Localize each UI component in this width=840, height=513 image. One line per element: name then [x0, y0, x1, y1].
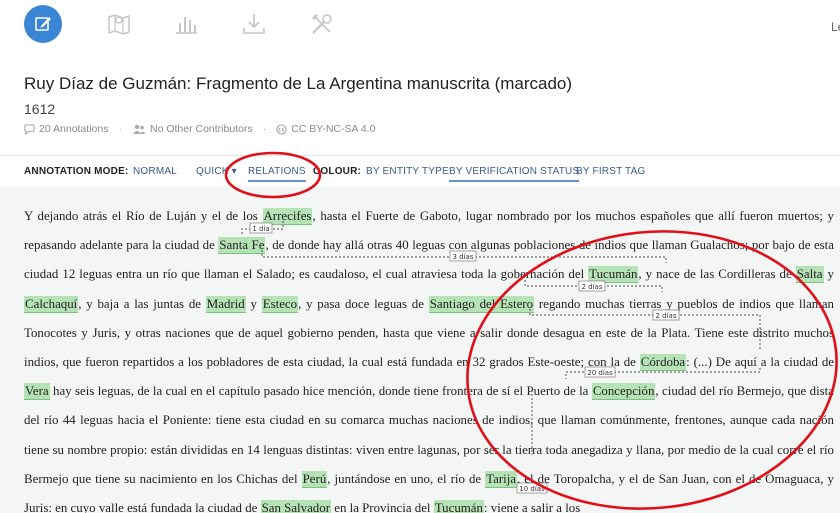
document-year: 1612	[24, 101, 56, 117]
top-toolbar: Le	[0, 0, 840, 48]
contributors-label: No Other Contributors	[149, 123, 253, 135]
map-button[interactable]	[101, 6, 137, 42]
annotation-mode-bar: ANNOTATION MODE: NORMAL QUICK ▾ RELATION…	[0, 155, 840, 188]
annotations-label: 20 Annotations	[39, 123, 109, 135]
colour-label: COLOUR:	[313, 166, 362, 177]
entity-annotation[interactable]: Salta	[795, 266, 824, 284]
text-segment: , y pasa doce leguas de	[298, 296, 429, 311]
license-label: CC BY-NC-SA 4.0	[291, 123, 376, 135]
colour-by-entity-type[interactable]: BY ENTITY TYPE	[366, 166, 449, 177]
entity-annotation[interactable]: Tarija	[485, 470, 518, 488]
edit-icon	[35, 17, 51, 31]
tools-button[interactable]	[304, 6, 340, 42]
contributors-info: No Other Contributors	[132, 123, 253, 135]
entity-annotation[interactable]: Vera	[24, 383, 50, 401]
entity-annotation[interactable]: Tucumán	[433, 500, 484, 513]
map-icon	[108, 14, 130, 35]
text-segment: , juntándose en uno, el río de	[327, 471, 486, 486]
document-text[interactable]: Y dejando atrás el Río de Luján y el de …	[24, 202, 834, 513]
entity-annotation[interactable]: San Salvador	[260, 500, 331, 513]
entity-annotation[interactable]: Madrid	[205, 295, 246, 313]
text-segment: y	[823, 267, 834, 282]
entity-annotation[interactable]: Arrecifes	[262, 208, 313, 225]
meta-separator: ·	[262, 123, 267, 135]
text-segment: y	[245, 296, 262, 311]
tools-icon	[312, 14, 332, 34]
document-meta: 20 Annotations · No Other Contributors ·…	[24, 123, 375, 135]
text-segment: , y baja a las juntas de	[78, 296, 206, 311]
stats-button[interactable]	[168, 6, 204, 42]
bar-chart-icon	[176, 17, 197, 34]
header-edge-text: Le	[831, 20, 840, 34]
text-segment: en la Provincia del	[331, 501, 434, 513]
colour-by-verification-status[interactable]: BY VERIFICATION STATUS	[449, 166, 580, 182]
entity-annotation[interactable]: Calchaquí	[24, 295, 79, 313]
edit-button[interactable]	[24, 5, 62, 43]
users-icon	[132, 124, 146, 134]
download-button[interactable]	[236, 6, 272, 42]
text-segment: : (...) De aquí a la ciudad de	[686, 355, 835, 370]
entity-annotation[interactable]: Córdoba	[639, 354, 687, 372]
download-icon	[243, 14, 265, 34]
comment-icon	[24, 123, 35, 135]
entity-annotation[interactable]: Concepción	[591, 383, 656, 401]
annotations-count[interactable]: 20 Annotations	[24, 123, 108, 135]
text-segment: , y nace de las Cordilleras de	[638, 267, 796, 282]
meta-separator: ·	[118, 123, 122, 135]
mode-relations[interactable]: RELATIONS	[248, 166, 306, 182]
document-content: Y dejando atrás el Río de Luján y el de …	[0, 187, 840, 513]
entity-annotation[interactable]: Santa Fe	[218, 237, 266, 255]
annotation-mode-label: ANNOTATION MODE:	[24, 166, 129, 177]
text-segment: Y dejando atrás el Río de Luján y el de …	[24, 209, 263, 223]
text-segment: hay seis leguas, de la cual en el capítu…	[49, 384, 592, 399]
entity-annotation[interactable]: Tucumán	[588, 266, 639, 284]
chevron-down-icon: ▾	[228, 166, 237, 177]
text-segment: , ciudad del río Bermejo, que dista del …	[24, 384, 834, 486]
license-info[interactable]: CC BY-NC-SA 4.0	[276, 123, 375, 135]
creative-commons-icon	[276, 123, 287, 135]
colour-by-first-tag[interactable]: BY FIRST TAG	[576, 166, 645, 177]
entity-annotation[interactable]: Perú	[301, 470, 328, 488]
mode-normal[interactable]: NORMAL	[133, 166, 177, 177]
document-title: Ruy Díaz de Guzmán: Fragmento de La Arge…	[24, 74, 573, 93]
text-segment: : viene a salir a los	[483, 501, 581, 513]
mode-quick[interactable]: QUICK ▾	[196, 166, 237, 177]
entity-annotation[interactable]: Santiago del Estero	[428, 295, 535, 313]
mode-quick-label: QUICK	[196, 166, 229, 177]
entity-annotation[interactable]: Esteco	[261, 295, 299, 313]
